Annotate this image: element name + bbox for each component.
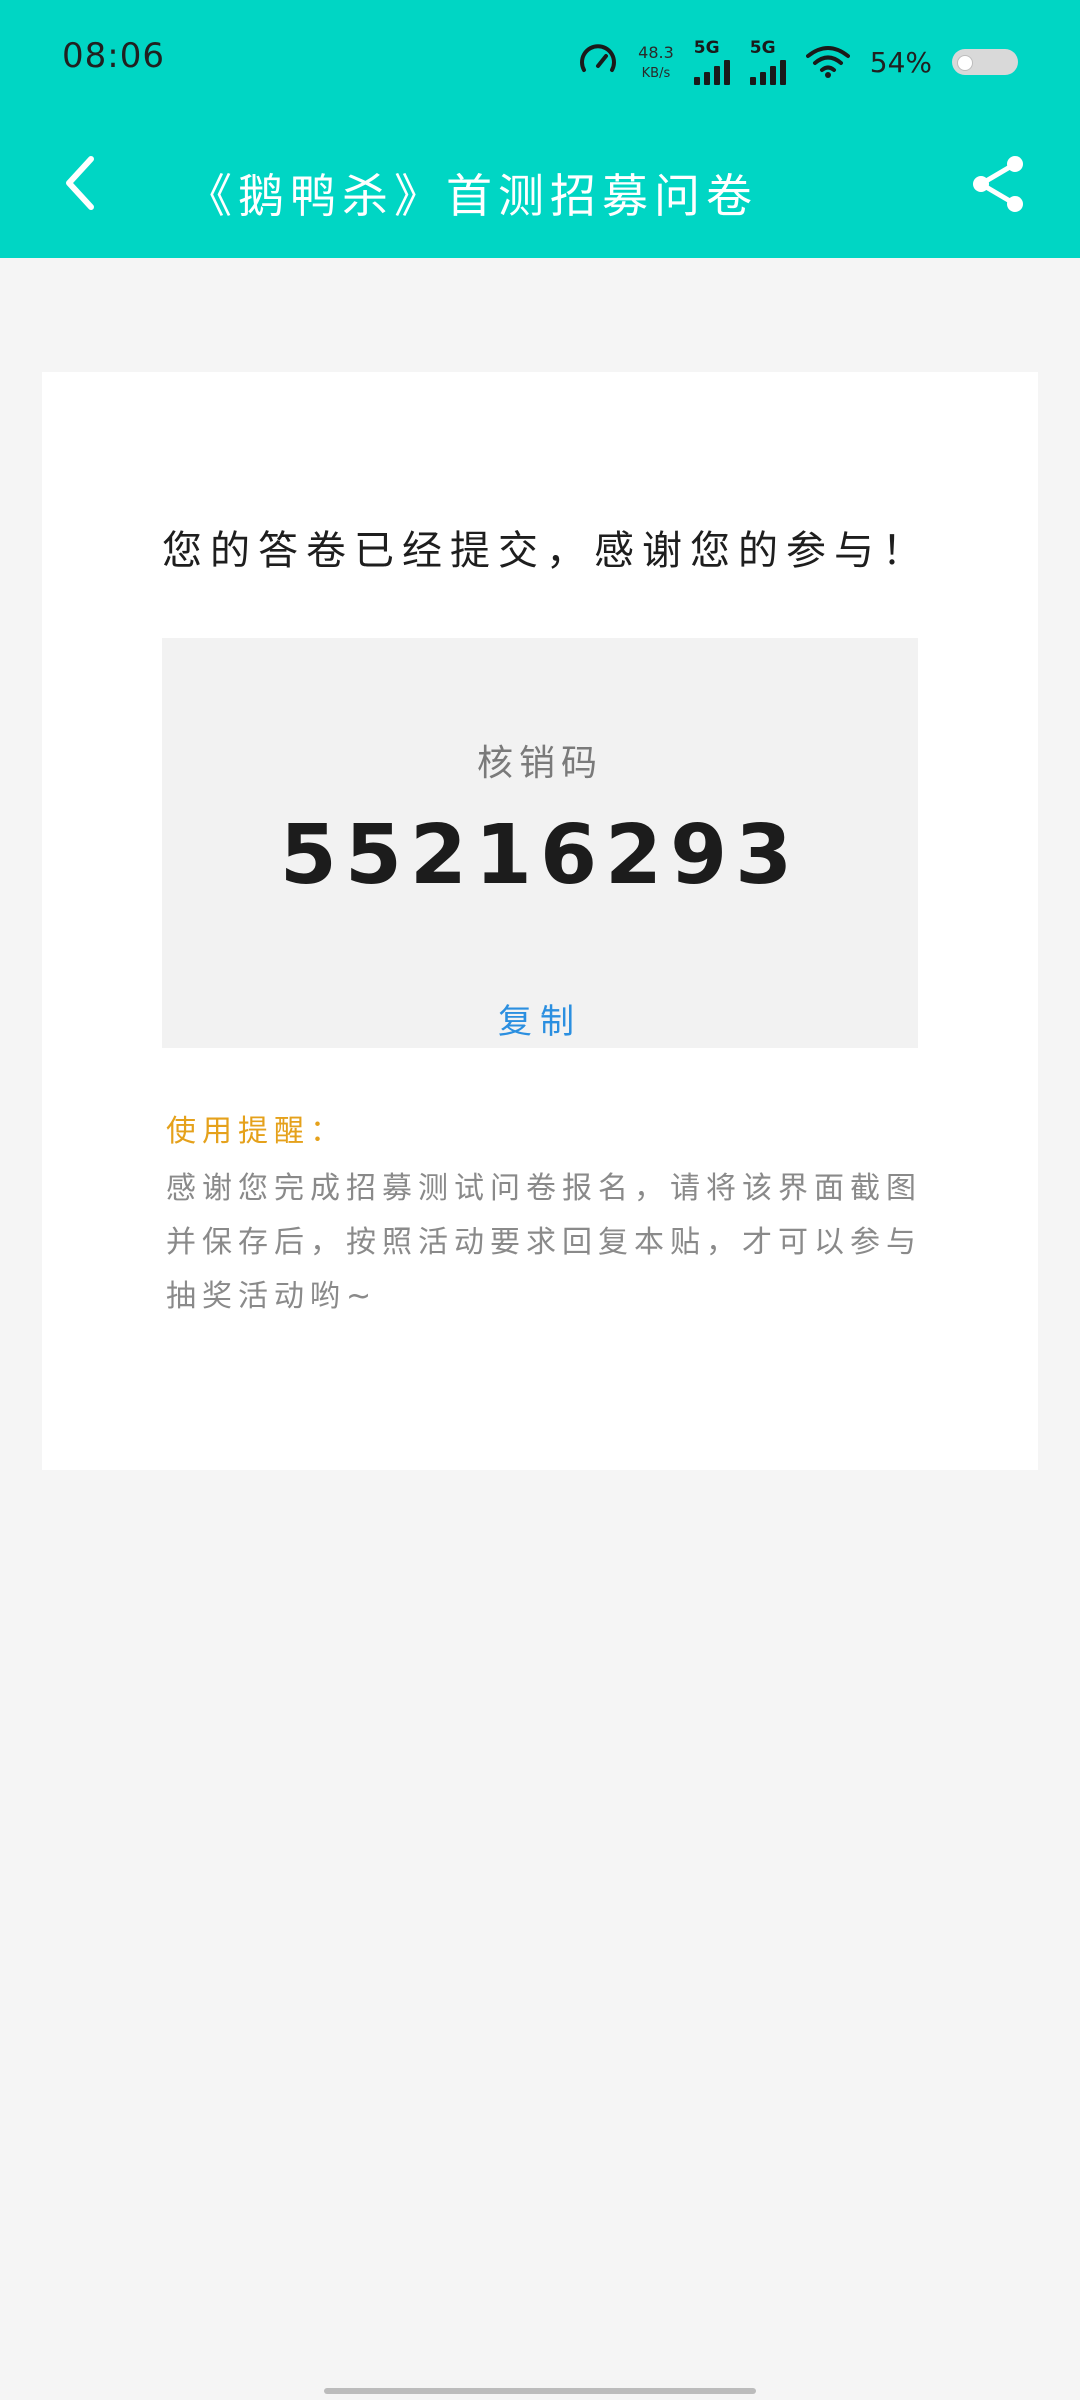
back-arrow-icon xyxy=(63,155,97,215)
signal-2: 5G xyxy=(749,37,786,85)
signal-1-label: 5G xyxy=(693,37,720,58)
signal-bars-icon xyxy=(749,59,786,85)
battery-percent: 54% xyxy=(869,45,932,79)
page-title: 《鹅鸭杀》首测招募问卷 xyxy=(186,169,758,223)
app-header: 08:06 48.3 KB/s 5G 5G 54% 《鹅鸭杀》首测招募问卷 xyxy=(0,0,1080,258)
battery-toggle xyxy=(952,49,1018,75)
signal-bars-icon xyxy=(693,59,730,85)
submission-success-message: 您的答卷已经提交，感谢您的参与！ xyxy=(162,528,930,574)
speedometer-icon xyxy=(578,42,618,82)
network-speed: 48.3 KB/s xyxy=(638,42,674,81)
signal-1: 5G xyxy=(693,37,730,85)
copy-button[interactable]: 复制 xyxy=(162,994,918,1043)
network-speed-unit: KB/s xyxy=(641,65,671,81)
verification-code-box: 核销码 55216293 复制 xyxy=(162,638,918,1048)
wifi-icon xyxy=(805,44,850,80)
status-icons: 48.3 KB/s 5G 5G 54% xyxy=(578,34,1018,90)
network-speed-value: 48.3 xyxy=(638,42,674,62)
back-button[interactable] xyxy=(50,150,110,220)
share-icon xyxy=(970,154,1026,218)
share-button[interactable] xyxy=(966,154,1030,218)
usage-tip-title: 使用提醒： xyxy=(166,1114,346,1149)
verification-code-value: 55216293 xyxy=(279,808,801,903)
signal-2-label: 5G xyxy=(749,37,776,58)
usage-tip-text: 感谢您完成招募测试问卷报名，请将该界面截图并保存后，按照活动要求回复本贴，才可以… xyxy=(166,1171,922,1314)
verification-code-label: 核销码 xyxy=(476,743,603,784)
status-time: 08:06 xyxy=(62,36,165,76)
home-indicator[interactable] xyxy=(324,2388,756,2394)
